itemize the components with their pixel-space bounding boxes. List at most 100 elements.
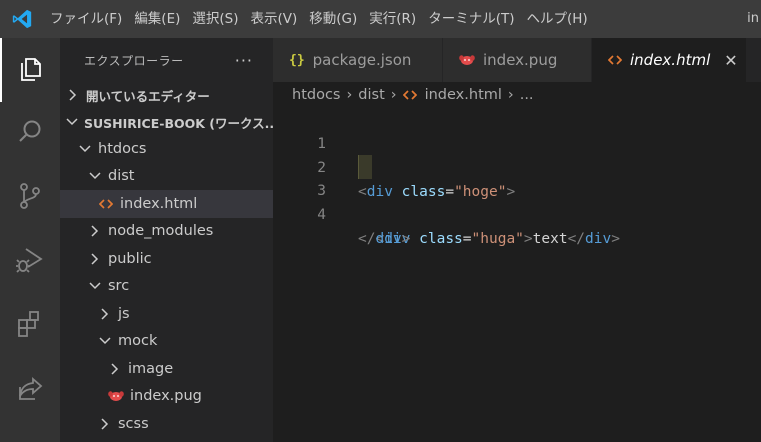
pug-icon (459, 54, 475, 66)
line-number: 4 (317, 207, 326, 223)
open-editors-section[interactable]: 開いているエディター (60, 82, 273, 108)
code-line: 3 <div class="huga">text</div> (273, 155, 761, 247)
tree-folder[interactable]: src (60, 273, 273, 301)
tree-item-label: index.pug (130, 388, 202, 405)
indent-guide (358, 155, 372, 179)
workspace-label: SUSHIRICE-BOOK (ワークス... (84, 115, 273, 131)
menu-go[interactable]: 移動(G) (303, 0, 363, 38)
menu-selection[interactable]: 選択(S) (186, 0, 244, 38)
tree-item-label: image (128, 360, 174, 377)
pug-icon (108, 390, 124, 402)
explorer-header: エクスプローラー ··· (60, 38, 273, 82)
code-editor[interactable]: 1 2 <div class="hoge"> 3 <div class="hug… (273, 108, 761, 442)
tree-folder[interactable]: mock (60, 328, 273, 356)
explorer-title: エクスプローラー (84, 53, 184, 68)
code-token: </ (358, 231, 376, 247)
menu-view[interactable]: 表示(V) (245, 0, 304, 38)
tree-folder[interactable]: js (60, 300, 273, 328)
tree-folder[interactable]: node_modules (60, 218, 273, 246)
source-control-icon (15, 181, 45, 215)
code-text: </div> (358, 227, 410, 251)
live-share-icon (15, 373, 45, 407)
menu-edit[interactable]: 編集(E) (128, 0, 186, 38)
tab-label: index.pug (483, 51, 558, 69)
workspace-section[interactable]: SUSHIRICE-BOOK (ワークス... (60, 109, 273, 135)
menu-bar: ファイル(F) 編集(E) 選択(S) 表示(V) 移動(G) 実行(R) ター… (44, 0, 594, 38)
menu-help[interactable]: ヘルプ(H) (520, 0, 593, 38)
chevron-right-icon (88, 225, 102, 237)
file-tree: htdocs dist index.html node_modulespublic sr… (60, 135, 273, 438)
chevron-down-icon (66, 117, 78, 127)
tree-folder[interactable]: scss (60, 410, 273, 438)
chevron-right-icon (98, 418, 112, 430)
tab-index-pug[interactable]: index.pug (443, 38, 592, 82)
tree-item-label: index.html (120, 195, 198, 212)
activity-extensions[interactable] (0, 294, 60, 358)
chevron-right-icon: › (346, 87, 353, 103)
window-title: in (747, 11, 759, 26)
activity-search[interactable] (0, 102, 60, 166)
code-token: > (523, 231, 533, 247)
tree-item-label: js (118, 305, 130, 322)
breadcrumb-dist[interactable]: dist (358, 87, 384, 103)
chevron-down-icon (78, 144, 92, 154)
run-debug-icon (15, 245, 45, 279)
vscode-logo-icon[interactable] (0, 0, 44, 38)
code-token: "huga" (471, 231, 524, 247)
tab-index-html[interactable]: index.html ✕ (592, 38, 747, 82)
code-token: class (419, 231, 463, 247)
tree-folder[interactable]: dist (60, 163, 273, 191)
tree-folder[interactable]: image (60, 355, 273, 383)
activity-source-control[interactable] (0, 166, 60, 230)
html-icon (608, 54, 622, 66)
html-icon (98, 198, 114, 210)
chevron-right-icon (66, 89, 80, 101)
menu-terminal[interactable]: ターミナル(T) (422, 0, 520, 38)
code-token: > (611, 231, 620, 247)
code-token: div (375, 231, 402, 247)
breadcrumb: htdocs › dist › index.html › ... (273, 82, 761, 108)
code-token: = (462, 231, 472, 247)
chevron-down-icon (88, 171, 102, 181)
tree-folder[interactable]: public (60, 245, 273, 273)
menu-file[interactable]: ファイル(F) (44, 0, 128, 38)
html-icon (402, 89, 417, 101)
tree-file[interactable]: index.pug (60, 383, 273, 411)
breadcrumb-file[interactable]: index.html (425, 87, 502, 103)
tab-label: index.html (630, 51, 711, 69)
code-line: 2 <div class="hoge"> (273, 132, 761, 200)
breadcrumb-htdocs[interactable]: htdocs (292, 87, 340, 103)
tree-item-label: public (108, 250, 152, 267)
explorer-icon (15, 53, 45, 87)
tree-item-label: dist (108, 168, 135, 185)
activity-bar (0, 38, 60, 442)
breadcrumb-symbol[interactable]: ... (520, 87, 534, 103)
activity-explorer[interactable] (0, 38, 60, 102)
open-editors-label: 開いているエディター (86, 88, 210, 104)
json-icon: {} (289, 52, 305, 68)
chevron-right-icon (108, 363, 122, 375)
close-tab-icon[interactable]: ✕ (724, 51, 737, 70)
explorer-sidebar: エクスプローラー ··· 開いているエディター SUSHIRICE-BOOK (… (60, 38, 273, 442)
tree-file[interactable]: index.html (60, 190, 273, 218)
search-icon (15, 117, 45, 151)
code-token: > (401, 231, 411, 247)
title-bar: ファイル(F) 編集(E) 選択(S) 表示(V) 移動(G) 実行(R) ター… (0, 0, 761, 38)
tab-package-json[interactable]: {} package.json (273, 38, 443, 82)
code-token: div (585, 231, 612, 247)
menu-run[interactable]: 実行(R) (363, 0, 422, 38)
chevron-right-icon: › (507, 87, 514, 103)
code-token: text (532, 231, 568, 247)
chevron-right-icon (98, 308, 112, 320)
tree-item-label: src (108, 278, 130, 295)
activity-live-share[interactable] (0, 358, 60, 422)
tree-item-label: mock (118, 333, 158, 350)
tree-folder[interactable]: htdocs (60, 135, 273, 163)
tree-item-label: node_modules (108, 223, 214, 240)
tree-item-label: htdocs (98, 140, 147, 157)
activity-run-debug[interactable] (0, 230, 60, 294)
chevron-down-icon (98, 336, 112, 346)
chevron-down-icon (88, 281, 102, 291)
more-actions-icon[interactable]: ··· (235, 51, 253, 70)
